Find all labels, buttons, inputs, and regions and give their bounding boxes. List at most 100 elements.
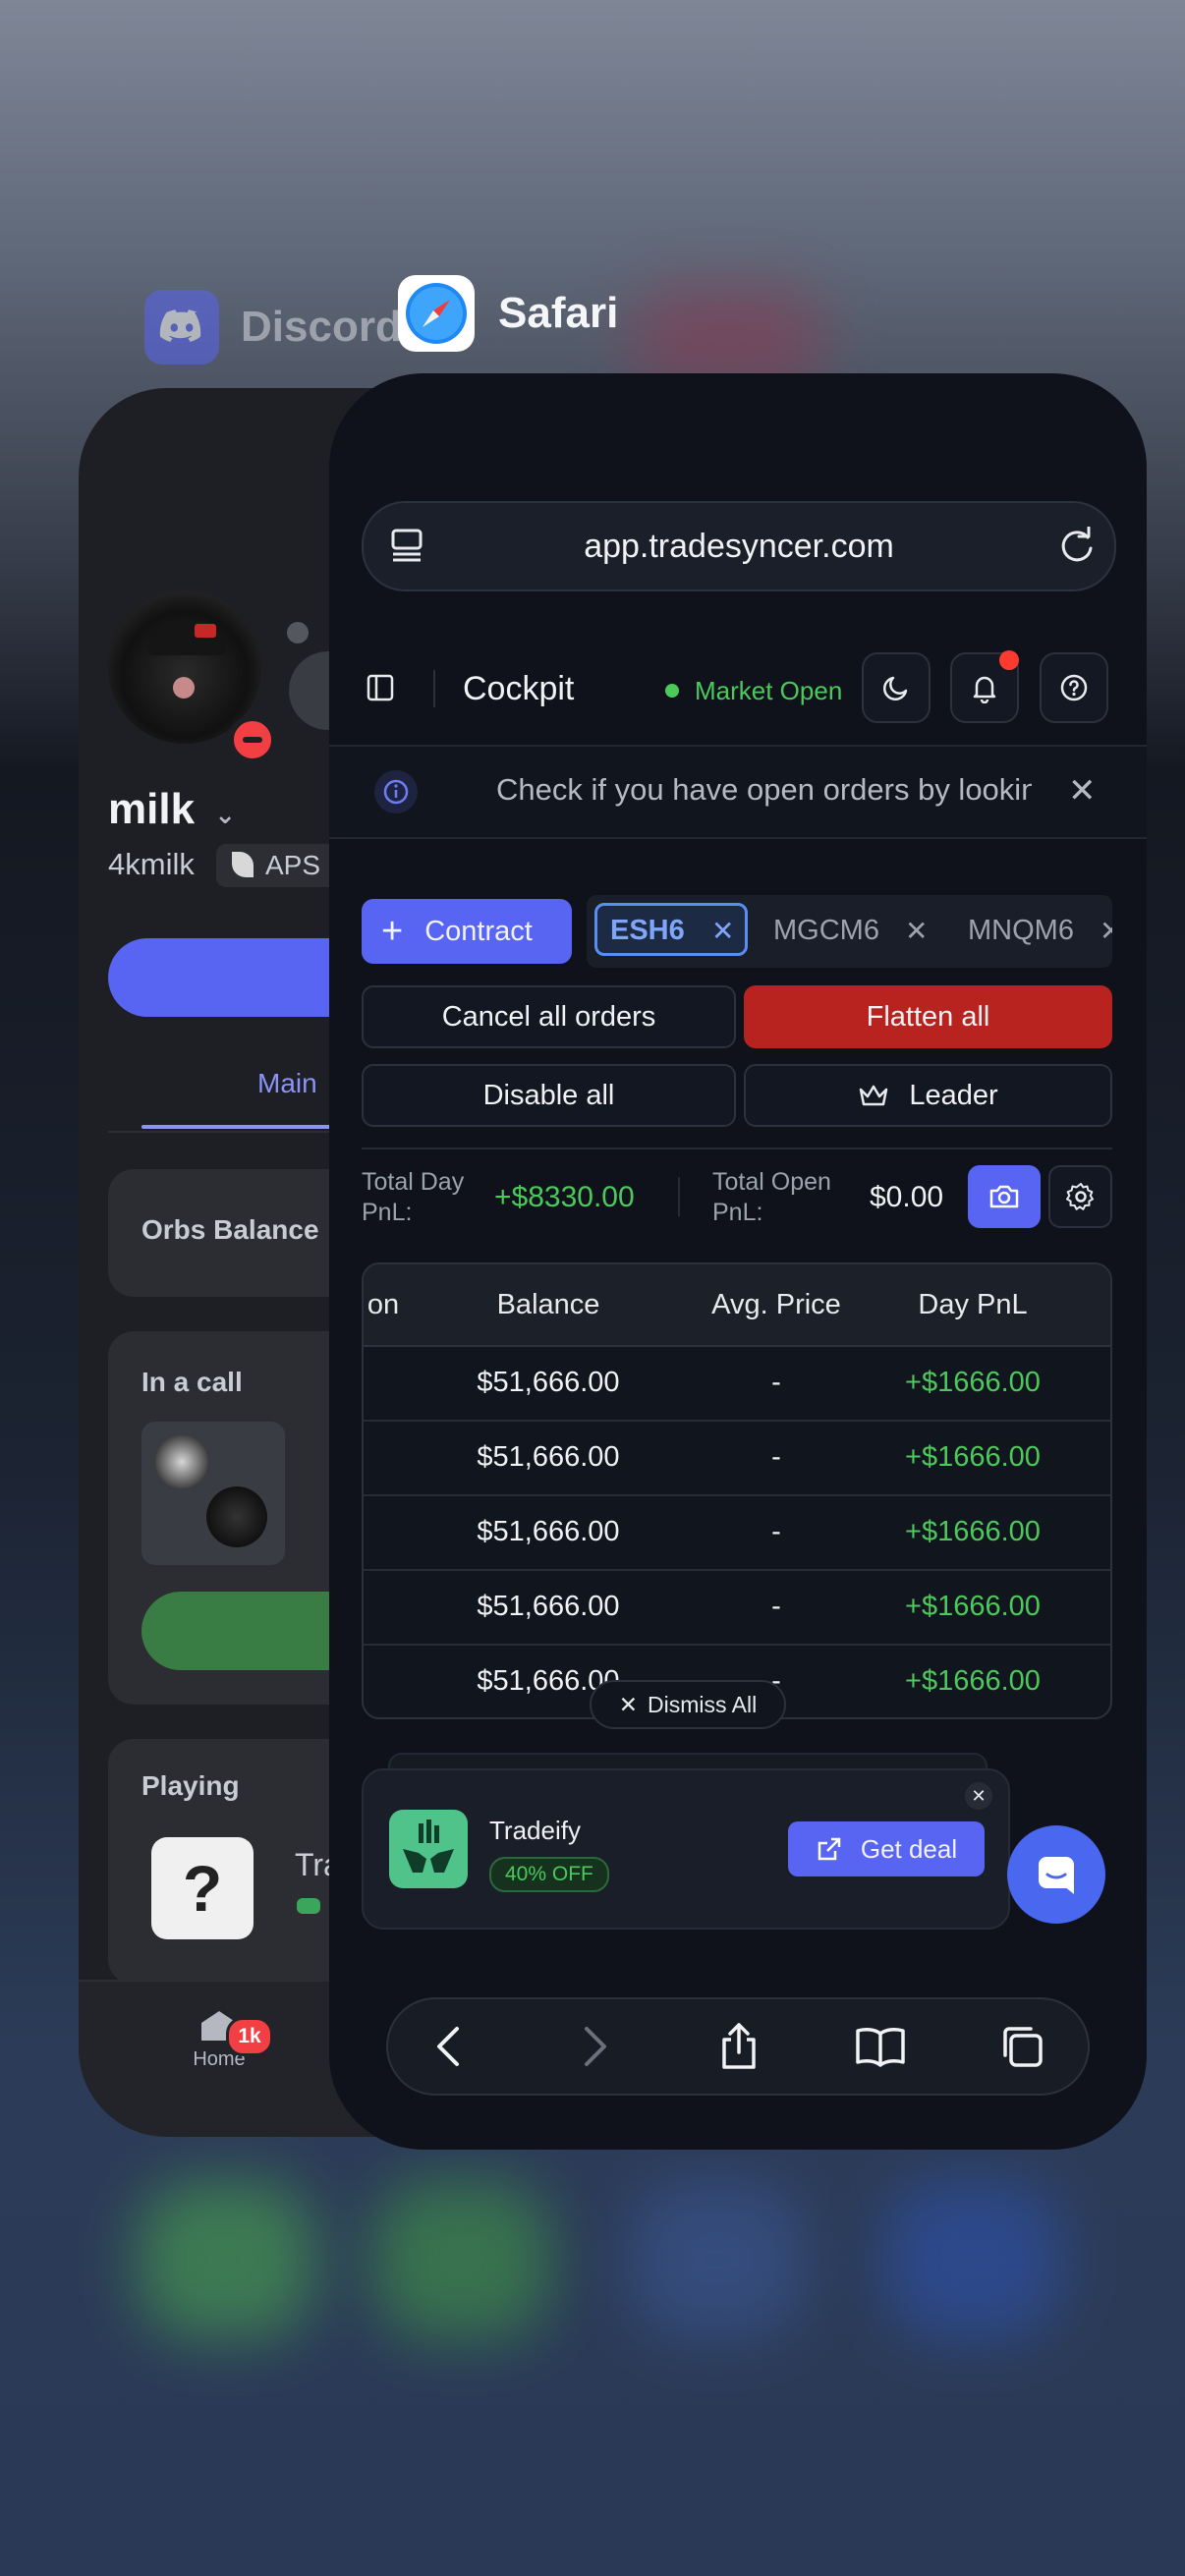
promo-name: Tradeify bbox=[489, 1816, 581, 1845]
contract-chip-label: ESH6 bbox=[610, 915, 685, 946]
disable-all-button[interactable]: Disable all bbox=[362, 1064, 736, 1127]
notifications-button[interactable] bbox=[950, 650, 1019, 723]
info-banner: Check if you have open orders by looking… bbox=[329, 745, 1147, 839]
add-contract-button[interactable]: + Contract bbox=[362, 899, 572, 964]
close-banner-icon[interactable]: ✕ bbox=[1068, 774, 1097, 808]
tab-main[interactable]: Main bbox=[257, 1068, 317, 1099]
user-handle: 4kmilk bbox=[108, 847, 195, 881]
flatten-all-button[interactable]: Flatten all bbox=[744, 985, 1112, 1048]
table-header: on Balance Avg. Price Day PnL bbox=[364, 1264, 1110, 1347]
browser-toolbar bbox=[386, 1997, 1090, 2096]
compass-icon bbox=[398, 275, 475, 352]
info-icon bbox=[374, 770, 418, 813]
add-contract-label: Contract bbox=[424, 915, 533, 947]
close-promo-icon[interactable]: ✕ bbox=[965, 1782, 992, 1810]
discord-app-icon bbox=[144, 290, 219, 364]
day-pnl-cell: +$1666.00 bbox=[905, 1367, 1041, 1398]
page-title: Cockpit bbox=[463, 670, 575, 707]
chevron-down-icon[interactable]: ⌄ bbox=[214, 800, 236, 829]
app-header: Cockpit Market Open bbox=[329, 641, 1147, 739]
leader-button[interactable]: Leader bbox=[744, 1064, 1112, 1127]
column-header[interactable]: Day PnL bbox=[884, 1264, 1061, 1345]
dismiss-all-button[interactable]: ✕ Dismiss All bbox=[590, 1680, 786, 1729]
contract-chip-label[interactable]: MNQM6 bbox=[968, 915, 1074, 947]
total-open-pnl-label: Total Open PnL: bbox=[712, 1168, 831, 1226]
discord-app-label[interactable]: Discord bbox=[144, 290, 402, 364]
plus-icon: + bbox=[381, 911, 404, 952]
forward-button[interactable] bbox=[551, 1999, 640, 2094]
balance-cell: $51,666.00 bbox=[477, 1367, 620, 1398]
safari-app-name: Safari bbox=[498, 289, 619, 337]
table-row[interactable]: $51,666.00 - +$1666.00 bbox=[364, 1420, 1110, 1496]
share-button[interactable] bbox=[695, 1999, 783, 2094]
chat-icon bbox=[1039, 1857, 1074, 1894]
contract-chips: ESH6 ✕ MGCM6 ✕ MNQM6 ✕ bbox=[587, 895, 1112, 968]
contract-chip-selected[interactable]: ESH6 ✕ bbox=[594, 903, 748, 956]
safari-app-label[interactable]: Safari bbox=[398, 275, 618, 352]
cancel-all-orders-button[interactable]: Cancel all orders bbox=[362, 985, 736, 1048]
discord-app-name: Discord bbox=[241, 303, 402, 351]
crown-icon bbox=[860, 1085, 888, 1106]
chevron-right-icon bbox=[585, 2027, 606, 2066]
chat-support-button[interactable] bbox=[1007, 1825, 1105, 1924]
gear-icon bbox=[1065, 1183, 1094, 1210]
table-row[interactable]: $51,666.00 - +$1666.00 bbox=[364, 1569, 1110, 1646]
balance-cell: $51,666.00 bbox=[477, 1441, 620, 1473]
help-icon bbox=[1060, 674, 1088, 701]
column-header[interactable]: Balance bbox=[450, 1264, 647, 1345]
balance-cell: $51,666.00 bbox=[477, 1516, 620, 1547]
playing-label: Playing bbox=[141, 1770, 240, 1801]
contract-chip-label[interactable]: MGCM6 bbox=[773, 915, 879, 947]
remove-contract-icon[interactable]: ✕ bbox=[1100, 915, 1112, 947]
remove-contract-icon[interactable]: ✕ bbox=[905, 915, 928, 947]
external-link-icon bbox=[818, 1837, 841, 1861]
controls-divider bbox=[362, 1148, 1112, 1149]
orbs-balance-label: Orbs Balance bbox=[141, 1214, 319, 1245]
theme-toggle-button[interactable] bbox=[862, 652, 931, 723]
sidebar-toggle-icon[interactable] bbox=[367, 674, 394, 701]
safari-app-card[interactable]: app.tradesyncer.com Cockpit Market Open … bbox=[329, 373, 1147, 2150]
promo-toast[interactable]: Tradeify 40% OFF Get deal ✕ bbox=[362, 1768, 1010, 1930]
address-bar[interactable]: app.tradesyncer.com bbox=[362, 501, 1116, 591]
total-day-pnl-value: +$8330.00 bbox=[494, 1181, 635, 1213]
day-pnl-cell: +$1666.00 bbox=[905, 1516, 1041, 1547]
get-deal-label: Get deal bbox=[860, 1833, 958, 1864]
table-row[interactable]: $51,666.00 - +$1666.00 bbox=[364, 1494, 1110, 1571]
url-text: app.tradesyncer.com bbox=[584, 527, 894, 565]
bell-icon bbox=[973, 676, 996, 703]
controller-icon bbox=[297, 1898, 320, 1914]
market-status-dot-icon bbox=[665, 684, 679, 698]
avg-price-cell: - bbox=[771, 1516, 781, 1547]
reload-icon[interactable] bbox=[1057, 526, 1097, 566]
leader-label: Leader bbox=[909, 1079, 998, 1111]
screenshot-button[interactable] bbox=[968, 1165, 1041, 1228]
day-pnl-cell: +$1666.00 bbox=[905, 1665, 1041, 1697]
tradeify-logo-icon bbox=[389, 1810, 468, 1888]
call-participants bbox=[141, 1422, 285, 1565]
chevron-left-icon bbox=[437, 2027, 459, 2066]
nav-home[interactable]: 1k Home bbox=[175, 2001, 273, 2090]
help-button[interactable] bbox=[1040, 652, 1108, 723]
market-status: Market Open bbox=[695, 676, 843, 705]
column-header[interactable]: on bbox=[364, 1264, 403, 1345]
settings-button[interactable] bbox=[1048, 1165, 1112, 1228]
status-dot-icon bbox=[287, 622, 309, 644]
unknown-game-icon: ? bbox=[151, 1837, 254, 1939]
book-icon bbox=[856, 2028, 905, 2067]
home-badge: 1k bbox=[226, 2017, 273, 2056]
moon-icon bbox=[883, 676, 908, 700]
tabs-button[interactable] bbox=[978, 1999, 1066, 2094]
tab-overview-icon[interactable] bbox=[391, 529, 423, 562]
banner-text: Check if you have open orders by looking bbox=[496, 772, 1032, 807]
get-deal-button[interactable]: Get deal bbox=[788, 1821, 985, 1876]
username: milk ⌄ bbox=[108, 785, 237, 833]
table-row[interactable]: $51,666.00 - +$1666.00 bbox=[364, 1345, 1110, 1422]
total-day-pnl-label: Total Day PnL: bbox=[362, 1168, 465, 1226]
remove-contract-icon[interactable]: ✕ bbox=[711, 915, 734, 947]
dnd-status-icon bbox=[228, 715, 277, 764]
column-header[interactable]: Avg. Price bbox=[668, 1264, 884, 1345]
back-button[interactable] bbox=[404, 1999, 492, 2094]
bookmarks-button[interactable] bbox=[836, 1999, 925, 2094]
tabs-icon bbox=[1003, 2027, 1043, 2067]
avg-price-cell: - bbox=[771, 1441, 781, 1473]
